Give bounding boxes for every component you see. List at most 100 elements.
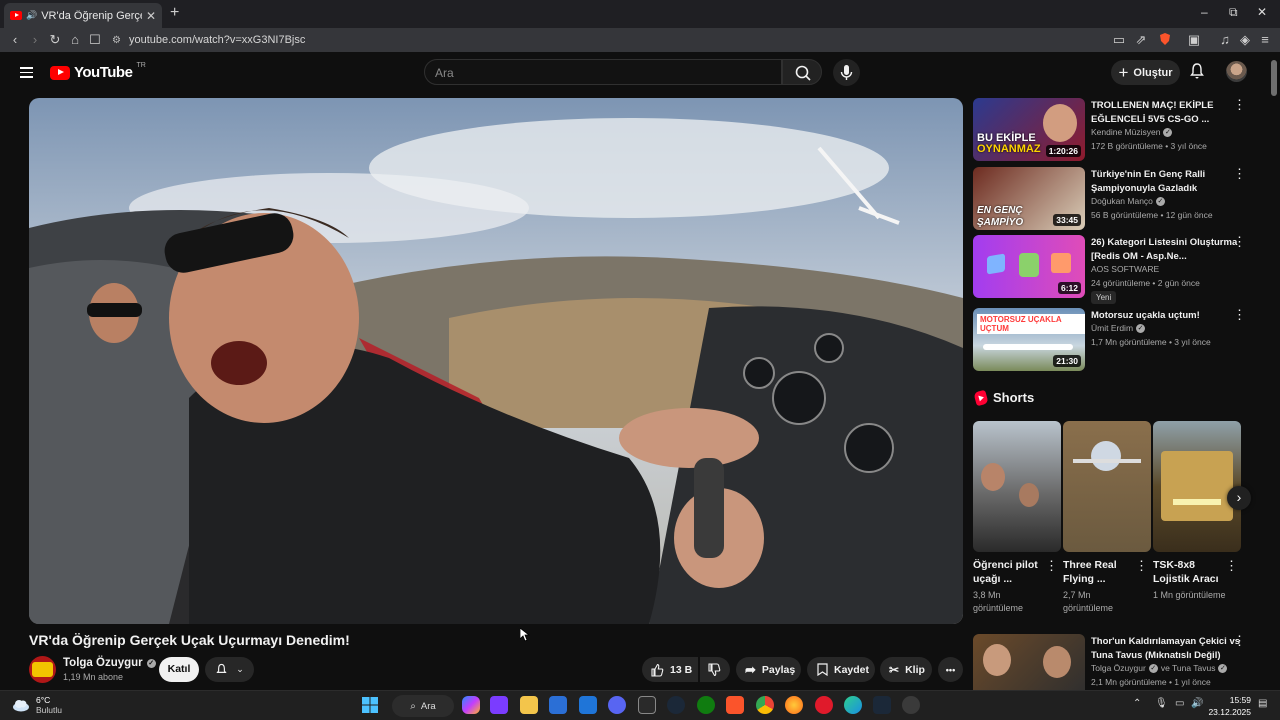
- kebab-menu-icon[interactable]: ⋮: [1225, 559, 1238, 572]
- home-icon[interactable]: ⌂: [67, 32, 83, 48]
- account-avatar[interactable]: [1226, 61, 1247, 82]
- weather-widget[interactable]: 6°C Bulutlu: [12, 695, 62, 715]
- reload-icon[interactable]: ↻: [47, 32, 63, 48]
- recommendation-channel[interactable]: Ümit Erdim ✓: [1091, 323, 1146, 333]
- file-explorer-icon[interactable]: [520, 696, 538, 714]
- short-title[interactable]: TSK-8x8 Lojistik Aracı: [1153, 558, 1225, 586]
- short-item[interactable]: TSK-8x8 Lojistik Aracı 1 Mn görüntüleme …: [1153, 421, 1241, 600]
- short-title[interactable]: Öğrenci pilot uçağı ...: [973, 558, 1045, 586]
- menu-icon[interactable]: ≡: [1257, 32, 1273, 48]
- vpn-icon[interactable]: ◈: [1237, 32, 1253, 48]
- short-item[interactable]: Three Real Flying ... 2,7 Mn görüntüleme…: [1063, 421, 1151, 613]
- short-thumbnail[interactable]: [1063, 421, 1151, 552]
- opera-icon[interactable]: [815, 696, 833, 714]
- store-icon[interactable]: [549, 696, 567, 714]
- save-button[interactable]: Kaydet: [807, 657, 875, 682]
- sidebar-icon[interactable]: ▣: [1186, 32, 1202, 48]
- recommendation-title[interactable]: TROLLENEN MAÇ! EKİPLE EĞLENCELİ 5V5 CS-G…: [1091, 99, 1246, 126]
- video-thumbnail[interactable]: MOTORSUZ UÇAKLA UÇTUM 21:30: [973, 308, 1085, 371]
- search-button[interactable]: [782, 59, 822, 85]
- brave-icon[interactable]: [726, 696, 744, 714]
- create-button[interactable]: + Oluştur: [1111, 60, 1180, 85]
- voice-search-button[interactable]: [833, 59, 860, 86]
- edge-icon[interactable]: [844, 696, 862, 714]
- cast-icon[interactable]: ▭: [1111, 32, 1127, 48]
- media-icon[interactable]: ♫: [1217, 32, 1233, 48]
- epic-games-icon[interactable]: [638, 696, 656, 714]
- bookmark-icon[interactable]: ☐: [87, 32, 103, 48]
- new-tab-button[interactable]: +: [170, 4, 179, 22]
- video-thumbnail[interactable]: 6:12: [973, 235, 1085, 298]
- kebab-menu-icon[interactable]: ⋮: [1233, 308, 1246, 321]
- guide-menu-icon[interactable]: [20, 67, 33, 78]
- kebab-menu-icon[interactable]: ⋮: [1233, 98, 1246, 111]
- recommendation-item[interactable]: BU EKİPLE OYNANMAZ 1:20:26 TROLLENEN MAÇ!…: [973, 98, 1268, 161]
- search-input[interactable]: Ara: [424, 59, 782, 85]
- network-icon[interactable]: ▭: [1175, 698, 1184, 709]
- kebab-menu-icon[interactable]: ⋮: [1233, 235, 1246, 248]
- join-button[interactable]: Katıl: [159, 657, 199, 682]
- restore-button[interactable]: ⧉: [1229, 5, 1238, 20]
- teams-icon[interactable]: [490, 696, 508, 714]
- share-button[interactable]: ➦ Paylaş: [736, 657, 801, 682]
- kebab-menu-icon[interactable]: ⋮: [1233, 167, 1246, 180]
- recommendation-channel[interactable]: Kendine Müzisyen ✓: [1091, 127, 1173, 137]
- dislike-button[interactable]: [700, 657, 730, 682]
- kebab-menu-icon[interactable]: ⋮: [1135, 559, 1148, 572]
- discord-icon[interactable]: [608, 696, 626, 714]
- brave-shield-icon[interactable]: [1157, 32, 1173, 50]
- recommendation-channel[interactable]: Tolga Özuygur ✓ ve Tuna Tavus ✓: [1091, 663, 1228, 673]
- tray-overflow-icon[interactable]: ⌃: [1133, 698, 1141, 709]
- short-item[interactable]: Öğrenci pilot uçağı ... 3,8 Mn görüntüle…: [973, 421, 1061, 613]
- settings-icon[interactable]: [902, 696, 920, 714]
- video-player[interactable]: [29, 98, 963, 624]
- minimize-button[interactable]: –: [1201, 5, 1208, 19]
- like-button[interactable]: 13 B: [642, 657, 698, 682]
- recommendation-title[interactable]: Motorsuz uçakla uçtum!: [1091, 309, 1246, 323]
- recommendation-title[interactable]: Thor'un Kaldırılamayan Çekici vs Tuna Ta…: [1091, 635, 1246, 662]
- kebab-menu-icon[interactable]: ⋮: [1045, 559, 1058, 572]
- steam-icon[interactable]: [667, 696, 685, 714]
- taskbar-search[interactable]: ⌕ Ara: [392, 695, 454, 717]
- video-thumbnail[interactable]: EN GENÇ ŞAMPİYO 33:45: [973, 167, 1085, 230]
- short-thumbnail[interactable]: [973, 421, 1061, 552]
- back-icon[interactable]: ‹: [7, 32, 23, 48]
- video-thumbnail[interactable]: BU EKİPLE OYNANMAZ 1:20:26: [973, 98, 1085, 161]
- volume-icon[interactable]: 🔊: [1191, 698, 1203, 709]
- more-actions-button[interactable]: •••: [938, 657, 963, 682]
- browser-tab[interactable]: 🔊 VR'da Öğrenip Gerçek Uçak Uçurmayı Den…: [4, 3, 162, 28]
- subscription-bell-button[interactable]: ⌄: [205, 657, 254, 682]
- site-info-icon[interactable]: ⚙: [112, 35, 121, 46]
- page-scrollbar[interactable]: [1268, 52, 1280, 690]
- recommendation-channel[interactable]: Doğukan Manço ✓: [1091, 196, 1165, 206]
- recommendation-item[interactable]: 6:12 26) Kategori Listesini Oluşturma [R…: [973, 235, 1268, 304]
- copilot-icon[interactable]: [462, 696, 480, 714]
- recommendation-item[interactable]: MOTORSUZ UÇAKLA UÇTUM 21:30 Motorsuz uça…: [973, 308, 1268, 371]
- recommendation-item[interactable]: Thor'un Kaldırılamayan Çekici vs Tuna Ta…: [973, 634, 1268, 690]
- recommendation-item[interactable]: EN GENÇ ŞAMPİYO 33:45 Türkiye'nin En Genç…: [973, 167, 1268, 230]
- kebab-menu-icon[interactable]: ⋮: [1233, 634, 1246, 647]
- address-bar[interactable]: ⚙ youtube.com/watch?v=xxG3NI7Bjsc: [112, 30, 1102, 50]
- shorts-next-button[interactable]: ›: [1227, 486, 1251, 510]
- recommendation-title[interactable]: 26) Kategori Listesini Oluşturma [Redis …: [1091, 236, 1246, 263]
- chrome-icon[interactable]: [756, 696, 774, 714]
- firefox-icon[interactable]: [785, 696, 803, 714]
- recommendation-title[interactable]: Türkiye'nin En Genç Ralli Şampiyonuyla G…: [1091, 168, 1246, 195]
- xbox-icon[interactable]: [697, 696, 715, 714]
- notifications-button[interactable]: [1188, 62, 1206, 85]
- recommendation-channel[interactable]: AOS SOFTWARE: [1091, 264, 1159, 274]
- close-window-button[interactable]: ✕: [1257, 5, 1267, 19]
- close-tab-icon[interactable]: ✕: [146, 9, 156, 23]
- windows-start-icon[interactable]: [362, 697, 378, 713]
- microphone-tray-icon[interactable]: 🎙: [1155, 698, 1168, 709]
- channel-avatar[interactable]: [29, 656, 56, 683]
- short-title[interactable]: Three Real Flying ...: [1063, 558, 1135, 586]
- youtube-logo[interactable]: YouTube TR: [50, 62, 146, 81]
- video-thumbnail[interactable]: [973, 634, 1085, 690]
- share-icon[interactable]: ⇗: [1133, 32, 1149, 48]
- channel-name-link[interactable]: Tolga Özuygur ✓: [63, 657, 156, 669]
- outlook-icon[interactable]: [579, 696, 597, 714]
- clock[interactable]: 15:59 23.12.2025: [1205, 694, 1251, 718]
- speaker-icon[interactable]: 🔊: [26, 10, 37, 21]
- forward-icon[interactable]: ›: [27, 32, 43, 48]
